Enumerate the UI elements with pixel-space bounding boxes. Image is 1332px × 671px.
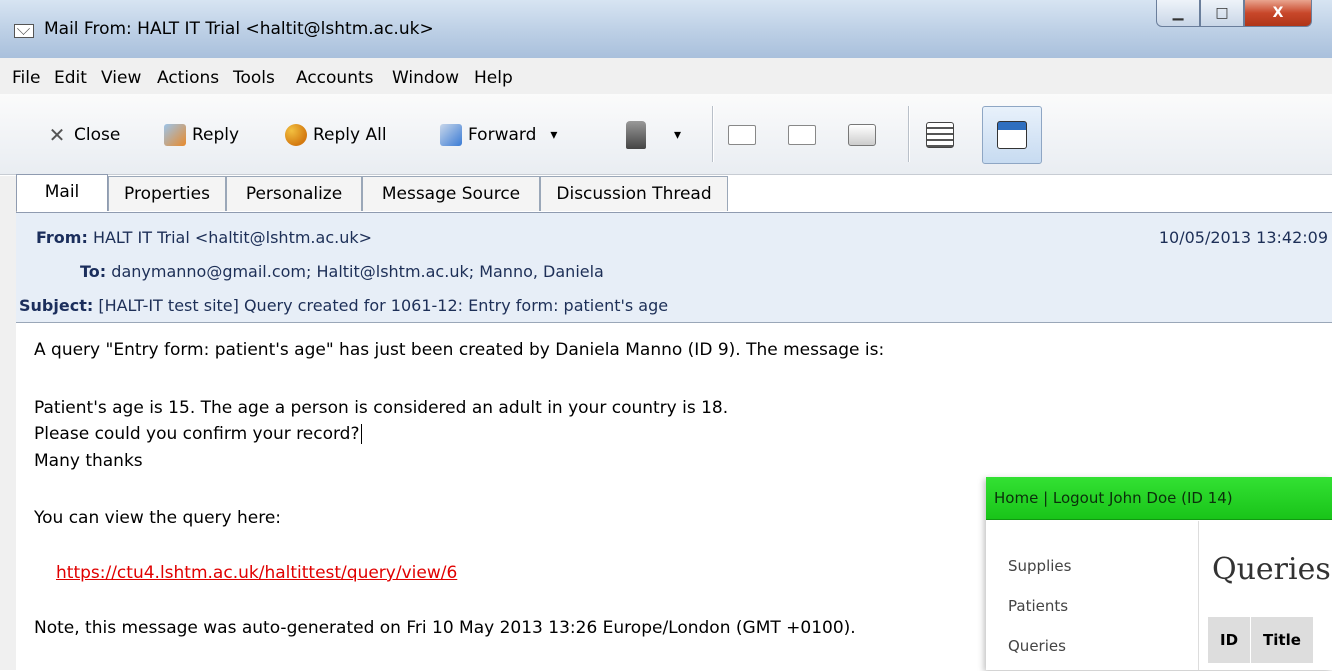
reply-all-label: Reply All xyxy=(313,125,387,145)
from-row: From: HALT IT Trial <haltit@lshtm.ac.uk> xyxy=(36,228,372,247)
subject-row: Subject: [HALT-IT test site] Query creat… xyxy=(19,296,668,315)
web-page-overlay: Home | Logout John Doe (ID 14) Supplies … xyxy=(986,477,1332,670)
reply-all-icon xyxy=(285,124,307,146)
layout-icon xyxy=(926,122,954,148)
body-line-thanks: Many thanks xyxy=(34,451,143,471)
body-line-confirm-text: Please could you confirm your record? xyxy=(34,424,360,444)
tab-properties[interactable]: Properties xyxy=(108,176,226,211)
web-sidebar-supplies[interactable]: Supplies xyxy=(1008,557,1071,575)
toolbar-separator xyxy=(908,106,910,162)
subject-value: [HALT-IT test site] Query created for 10… xyxy=(98,296,669,315)
preview-toggle-button[interactable] xyxy=(982,106,1042,164)
layout-button[interactable] xyxy=(926,118,960,152)
envelope-previous-icon xyxy=(788,125,816,145)
close-x-icon: ✕ xyxy=(48,123,66,147)
menu-file[interactable]: File xyxy=(12,68,40,88)
menu-window[interactable]: Window xyxy=(392,68,459,88)
forward-label: Forward xyxy=(468,125,537,145)
forward-dropdown-icon[interactable]: ▾ xyxy=(550,127,557,143)
web-col-title[interactable]: Title xyxy=(1251,617,1314,663)
menu-accounts[interactable]: Accounts xyxy=(296,68,374,88)
next-message-button[interactable] xyxy=(728,118,762,152)
web-sidebar-queries[interactable]: Queries xyxy=(1008,637,1066,655)
body-line-confirm: Please could you confirm your record? xyxy=(34,424,362,444)
web-page-title: Queries xyxy=(1212,552,1331,587)
delete-button[interactable]: ▾ xyxy=(626,118,681,152)
subject-label: Subject: xyxy=(19,296,94,315)
tab-personalize[interactable]: Personalize xyxy=(226,176,362,211)
body-line-view: You can view the query here: xyxy=(34,508,282,528)
menu-help[interactable]: Help xyxy=(474,68,513,88)
body-line-age: Patient's age is 15. The age a person is… xyxy=(34,398,729,418)
printer-icon xyxy=(848,124,876,146)
tab-mail[interactable]: Mail xyxy=(16,174,108,211)
menu-view[interactable]: View xyxy=(101,68,141,88)
reply-button[interactable]: Reply xyxy=(164,118,239,152)
tab-discussion-thread[interactable]: Discussion Thread xyxy=(540,176,728,211)
envelope-next-icon xyxy=(728,125,756,145)
reply-label: Reply xyxy=(192,125,240,145)
trash-icon xyxy=(626,121,646,149)
preview-pane-icon xyxy=(997,121,1027,149)
query-link[interactable]: https://ctu4.lshtm.ac.uk/haltittest/quer… xyxy=(56,563,457,583)
text-cursor xyxy=(360,424,362,444)
window-left-edge xyxy=(0,176,17,670)
to-label: To: xyxy=(80,262,107,281)
menu-tools[interactable]: Tools xyxy=(233,68,275,88)
menu-actions[interactable]: Actions xyxy=(157,68,219,88)
maximize-button[interactable]: □ xyxy=(1200,0,1244,27)
reply-icon xyxy=(164,124,186,146)
from-value: HALT IT Trial <haltit@lshtm.ac.uk> xyxy=(92,228,373,247)
minimize-button[interactable]: ▁ xyxy=(1156,0,1200,27)
forward-icon xyxy=(440,124,462,146)
menu-edit[interactable]: Edit xyxy=(54,68,87,88)
forward-button[interactable]: Forward ▾ xyxy=(440,118,557,152)
web-col-id[interactable]: ID xyxy=(1208,617,1252,663)
web-sidebar: Supplies Patients Queries xyxy=(986,521,1199,670)
envelope-icon xyxy=(14,24,34,38)
web-nav-bar[interactable]: Home | Logout John Doe (ID 14) xyxy=(986,477,1332,520)
reply-all-button[interactable]: Reply All xyxy=(285,118,387,152)
tab-message-source[interactable]: Message Source xyxy=(362,176,540,211)
toolbar-separator xyxy=(712,106,714,162)
window-controls: ▁ □ X xyxy=(1156,0,1312,27)
to-value: danymanno@gmail.com; Haltit@lshtm.ac.uk;… xyxy=(111,262,604,281)
close-label: Close xyxy=(74,125,121,145)
web-sidebar-patients[interactable]: Patients xyxy=(1008,597,1068,615)
title-bar: Mail From: HALT IT Trial <haltit@lshtm.a… xyxy=(0,0,1332,59)
body-line-intro: A query "Entry form: patient's age" has … xyxy=(34,340,885,360)
date-value: 10/05/2013 13:42:09 xyxy=(1158,228,1328,247)
message-header: From: HALT IT Trial <haltit@lshtm.ac.uk>… xyxy=(16,212,1332,323)
previous-message-button[interactable] xyxy=(788,118,822,152)
menu-bar: File Edit View Actions Tools Accounts Wi… xyxy=(0,58,1332,95)
close-button[interactable]: ✕ Close xyxy=(46,118,121,152)
delete-dropdown-icon[interactable]: ▾ xyxy=(674,127,681,143)
print-button[interactable] xyxy=(848,118,882,152)
from-label: From: xyxy=(36,228,88,247)
web-table-header: ID Title xyxy=(1208,617,1314,663)
body-line-note: Note, this message was auto-generated on… xyxy=(34,618,856,638)
close-window-button[interactable]: X xyxy=(1244,0,1312,27)
to-row: To: danymanno@gmail.com; Haltit@lshtm.ac… xyxy=(80,262,604,281)
window-title: Mail From: HALT IT Trial <haltit@lshtm.a… xyxy=(44,19,434,39)
